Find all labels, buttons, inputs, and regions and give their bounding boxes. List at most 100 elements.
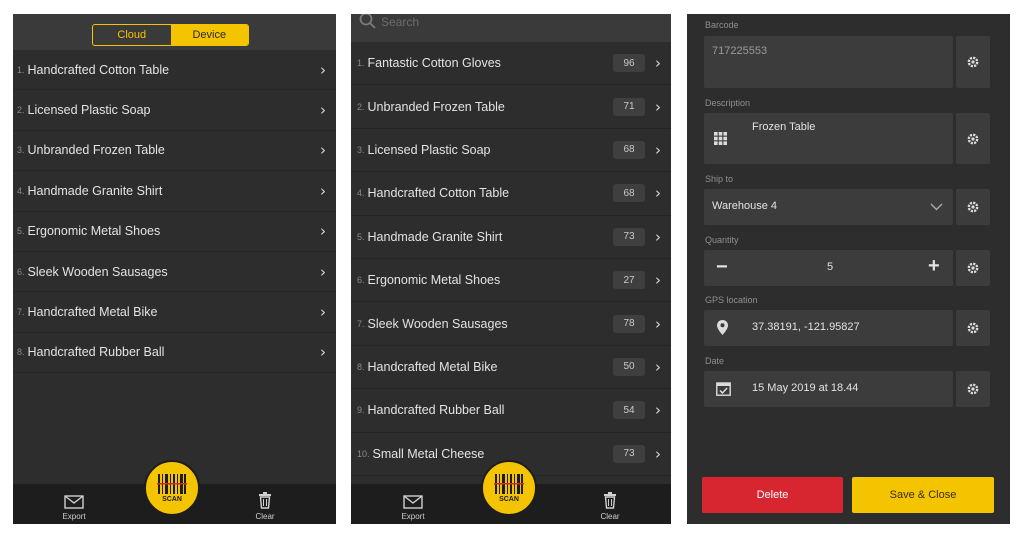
description-value: Frozen Table	[752, 121, 816, 133]
barcode-value: 717225553	[712, 45, 768, 57]
list-item[interactable]: 7. Handcrafted Metal Bike ›	[13, 292, 336, 333]
barcode-field[interactable]: 717225553	[704, 36, 953, 88]
item-number: 1.	[357, 58, 365, 69]
item-number: 9.	[357, 405, 365, 416]
clear-label: Clear	[255, 512, 275, 521]
item-label: Handcrafted Cotton Table	[27, 62, 170, 77]
trash-icon	[259, 492, 271, 509]
clear-tab[interactable]: Clear	[580, 492, 640, 521]
list-item[interactable]: 6. Sleek Wooden Sausages ›	[13, 252, 336, 293]
gps-settings-button[interactable]	[956, 310, 990, 346]
date-field[interactable]: 15 May 2019 at 18.44	[704, 371, 953, 407]
increment-button[interactable]: +	[928, 255, 940, 278]
list-item[interactable]: 3. Licensed Plastic Soap 68 ›	[351, 129, 671, 173]
chevron-right-icon: ›	[320, 60, 326, 79]
search-input[interactable]: Search	[381, 15, 419, 29]
description-field[interactable]: Frozen Table	[704, 113, 953, 164]
item-number: 6.	[17, 266, 25, 277]
list-item[interactable]: 2. Unbranded Frozen Table 71 ›	[351, 85, 671, 129]
gear-icon	[967, 383, 979, 395]
decrement-button[interactable]: −	[716, 256, 728, 279]
chevron-right-icon: ›	[320, 303, 326, 322]
search-bar[interactable]: Search	[351, 14, 671, 42]
chevron-right-icon: ›	[655, 227, 661, 246]
export-tab[interactable]: Export	[44, 495, 104, 521]
list-item[interactable]: 1. Fantastic Cotton Gloves 96 ›	[351, 42, 671, 86]
item-label: Sleek Wooden Sausages	[367, 316, 508, 331]
list-item[interactable]: 7. Sleek Wooden Sausages 78 ›	[351, 302, 671, 346]
list-item[interactable]: 5. Handmade Granite Shirt 73 ›	[351, 216, 671, 259]
barcode-settings-button[interactable]	[956, 36, 990, 88]
item-label: Handcrafted Rubber Ball	[27, 345, 165, 360]
export-label: Export	[62, 512, 86, 521]
scan-button[interactable]: SCAN	[481, 460, 537, 516]
date-settings-button[interactable]	[956, 371, 990, 407]
count-badge: 78	[613, 314, 645, 333]
quantity-label: Quantity	[705, 235, 739, 245]
segment-cloud[interactable]: Cloud	[93, 25, 171, 45]
item-list: 1. Fantastic Cotton Gloves 96 › 2. Unbranded…	[351, 42, 671, 476]
gps-field[interactable]: 37.38191, -121.95827	[704, 310, 953, 346]
item-label: Handcrafted Cotton Table	[367, 186, 510, 201]
count-badge: 71	[613, 97, 645, 116]
item-label: Licensed Plastic Soap	[27, 103, 151, 118]
list-item[interactable]: 5. Ergonomic Metal Shoes ›	[13, 212, 336, 252]
chevron-right-icon: ›	[655, 314, 661, 333]
ship-to-label: Ship to	[705, 174, 734, 184]
chevron-down-icon	[930, 203, 943, 211]
count-badge: 73	[613, 227, 645, 246]
ship-to-settings-button[interactable]	[956, 189, 990, 225]
chevron-right-icon: ›	[655, 444, 661, 463]
count-badge: 68	[613, 184, 645, 203]
list-item[interactable]: 4. Handcrafted Cotton Table 68 ›	[351, 172, 671, 216]
item-number: 6.	[357, 275, 365, 286]
cloud-list-screen: Search 1. Fantastic Cotton Gloves 96 › 2. Un…	[351, 14, 671, 524]
delete-button[interactable]: Delete	[702, 477, 843, 513]
list-item[interactable]: 8. Handcrafted Rubber Ball ›	[13, 333, 336, 374]
save-close-button[interactable]: Save & Close	[852, 477, 994, 513]
count-badge: 68	[613, 140, 645, 159]
trash-icon	[604, 492, 616, 509]
segment-device[interactable]: Device	[170, 25, 248, 45]
chevron-right-icon: ›	[320, 343, 326, 362]
chevron-right-icon: ›	[655, 140, 661, 159]
item-list: 1. Handcrafted Cotton Table › 2. Licensed P…	[13, 50, 336, 374]
item-label: Handcrafted Rubber Ball	[367, 403, 505, 418]
gear-icon	[967, 56, 979, 68]
list-item[interactable]: 9. Handcrafted Rubber Ball 54 ›	[351, 389, 671, 433]
chevron-right-icon: ›	[320, 181, 326, 200]
item-number: 2.	[357, 101, 365, 112]
chevron-right-icon: ›	[320, 101, 326, 120]
grid-icon	[714, 132, 727, 145]
chevron-right-icon: ›	[320, 262, 326, 281]
export-tab[interactable]: Export	[383, 495, 443, 521]
scan-button[interactable]: SCAN	[144, 460, 200, 516]
gps-label: GPS location	[705, 295, 758, 305]
chevron-right-icon: ›	[320, 141, 326, 160]
clear-tab[interactable]: Clear	[235, 492, 295, 521]
list-item[interactable]: 3. Unbranded Frozen Table ›	[13, 131, 336, 172]
ship-to-value: Warehouse 4	[712, 200, 778, 212]
list-item[interactable]: 4. Handmade Granite Shirt ›	[13, 171, 336, 212]
clear-label: Clear	[600, 512, 620, 521]
scan-label: SCAN	[162, 496, 182, 503]
list-item[interactable]: 1. Handcrafted Cotton Table ›	[13, 50, 336, 91]
list-item[interactable]: 8. Handcrafted Metal Bike 50 ›	[351, 346, 671, 390]
item-label: Handcrafted Metal Bike	[27, 305, 158, 320]
chevron-right-icon: ›	[655, 357, 661, 376]
scan-label: SCAN	[499, 496, 519, 503]
device-list-screen: Cloud Device 1. Handcrafted Cotton Table ›…	[13, 14, 336, 524]
list-item[interactable]: 6. Ergonomic Metal Shoes 27 ›	[351, 259, 671, 303]
count-badge: 50	[613, 357, 645, 376]
date-label: Date	[705, 356, 725, 366]
top-bar: Cloud Device	[13, 14, 336, 50]
description-label: Description	[705, 98, 751, 108]
quantity-settings-button[interactable]	[956, 250, 990, 286]
source-segmented-control[interactable]: Cloud Device	[92, 24, 249, 46]
ship-to-select[interactable]: Warehouse 4	[704, 189, 953, 225]
item-number: 1.	[17, 64, 25, 75]
item-label: Sleek Wooden Sausages	[27, 264, 168, 279]
list-item[interactable]: 2. Licensed Plastic Soap ›	[13, 90, 336, 131]
item-label: Small Metal Cheese	[372, 446, 485, 461]
description-settings-button[interactable]	[956, 113, 990, 164]
